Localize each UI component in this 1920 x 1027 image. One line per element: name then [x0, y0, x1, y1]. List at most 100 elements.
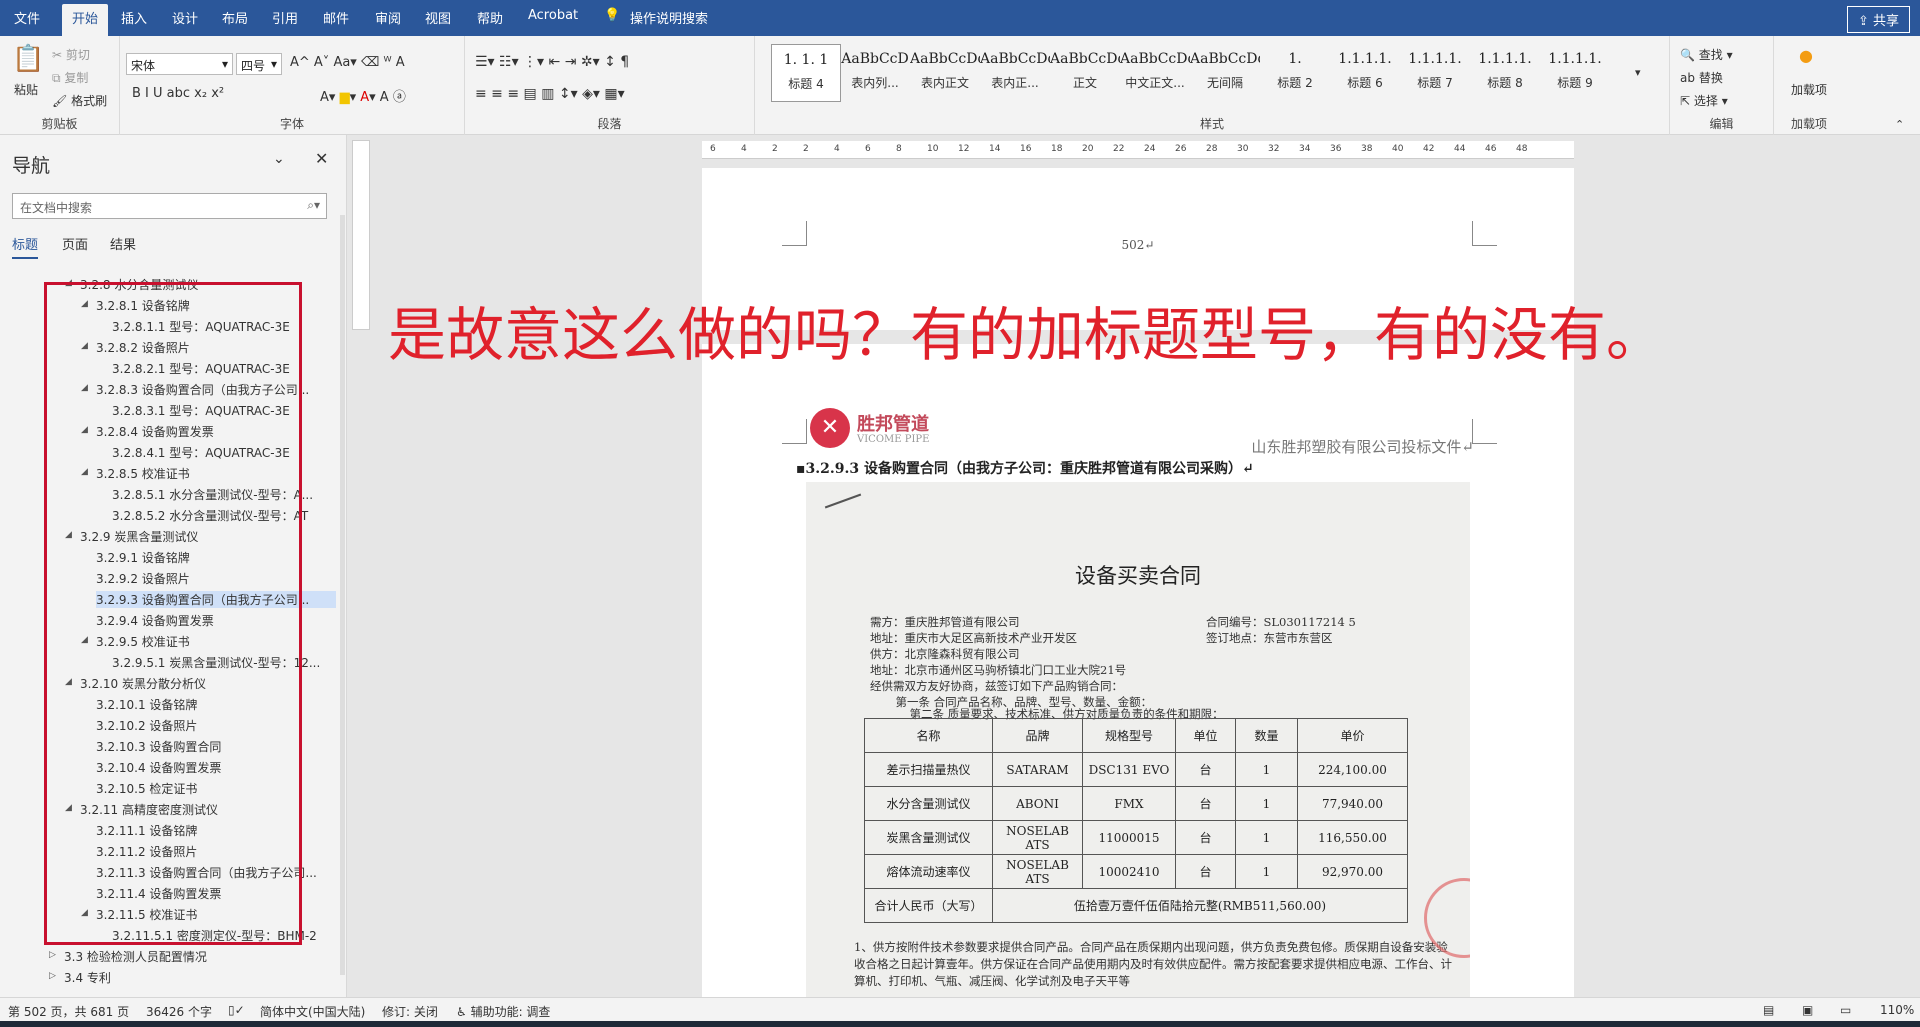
share-button[interactable]: ⇪ 共享	[1846, 6, 1910, 33]
style-item[interactable]: 1. 1. 1 标题 4	[771, 44, 841, 102]
tab-file[interactable]: 文件	[14, 8, 40, 27]
total-value: 伍拾壹万壹仟伍佰陆拾元整(RMB511,560.00)	[992, 888, 1408, 923]
lightbulb-icon: 💡	[604, 8, 621, 23]
style-item[interactable]: 1.1.1.1. 标题 8	[1470, 44, 1540, 102]
addins-icon[interactable]: ●	[1799, 46, 1813, 65]
style-item[interactable]: 1.1.1.1. 标题 7	[1400, 44, 1470, 102]
vertical-ruler	[352, 140, 370, 330]
style-item[interactable]: AaBbCcDd 表内正文	[910, 44, 980, 102]
style-item[interactable]: AaBbCcD 表内列...	[840, 44, 910, 102]
style-item[interactable]: AaBbCcDd 中文正文...	[1120, 44, 1190, 102]
align-buttons[interactable]: ≡ ≡ ≡ ▤ ▥ ↕▾ ◈▾ ▦▾	[475, 86, 625, 102]
expand-triangle-icon[interactable]: ▷	[49, 950, 56, 960]
copy-button[interactable]: ⧉ 复制	[52, 69, 88, 86]
contract-table: 名称 品牌 规格型号 单位 数量 单价 差示扫描量热仪 SATARAM DSC131…	[864, 718, 1408, 923]
paste-icon[interactable]: 📋	[12, 44, 44, 74]
nav-tab-pages[interactable]: 页面	[62, 234, 88, 253]
tab-layout[interactable]: 布局	[222, 8, 248, 27]
tab-references[interactable]: 引用	[272, 8, 298, 27]
font-name-combo[interactable]: 宋体 ▾	[126, 53, 233, 75]
accessibility-status[interactable]: ♿ 辅助功能: 调查	[456, 1003, 550, 1020]
page-count[interactable]: 第 502 页，共 681 页	[8, 1003, 129, 1020]
zoom-level[interactable]: 110%	[1880, 1003, 1914, 1017]
tab-view[interactable]: 视图	[425, 8, 451, 27]
style-preview: AaBbCcDd	[1050, 51, 1120, 67]
word-count[interactable]: 36426 个字	[146, 1003, 212, 1020]
tab-design[interactable]: 设计	[172, 8, 198, 27]
expand-triangle-icon[interactable]: ▷	[49, 971, 56, 981]
editing-group: 🔍 查找 ▾ ab 替换 ⇱ 选择 ▾ 编辑	[1670, 36, 1774, 135]
ruler-tick: 2	[772, 144, 778, 154]
cursor-icon: ⇱	[1680, 94, 1691, 108]
table-cell: 台	[1175, 752, 1236, 787]
contract-line: 需方：重庆胜邦管道有限公司	[870, 615, 1020, 629]
collapse-ribbon-icon[interactable]: ⌃	[1895, 118, 1904, 131]
nav-title: 导航	[12, 155, 51, 177]
find-button[interactable]: 🔍 查找 ▾	[1680, 46, 1733, 63]
print-layout-icon[interactable]: ▣	[1802, 1003, 1813, 1017]
replace-button[interactable]: ab 替换	[1680, 69, 1723, 86]
ruler-tick: 6	[710, 144, 716, 154]
track-changes[interactable]: 修订: 关闭	[382, 1003, 438, 1020]
nav-search-placeholder: 在文档中搜索	[20, 201, 93, 215]
select-button[interactable]: ⇱ 选择 ▾	[1680, 92, 1728, 109]
web-layout-icon[interactable]: ▭	[1840, 1003, 1851, 1017]
chevron-down-icon: ▾	[270, 57, 277, 71]
nav-tab-headings[interactable]: 标题	[12, 234, 39, 259]
style-preview: AaBbCcDd	[980, 51, 1050, 67]
search-icon: 🔍	[1680, 48, 1695, 62]
table-header: 品牌	[992, 718, 1083, 753]
nav-heading-item[interactable]: 3.3 检验检测人员配置情况	[64, 948, 207, 965]
nav-scrollbar[interactable]	[340, 215, 345, 975]
style-item[interactable]: AaBbCcDd 无间隔	[1190, 44, 1260, 102]
style-item[interactable]: AaBbCcDd 正文	[1050, 44, 1120, 102]
nav-tab-results[interactable]: 结果	[110, 234, 136, 253]
styles-more-icon[interactable]: ▾	[1635, 66, 1641, 79]
contract-line: 地址：重庆市大足区高新技术产业开发区	[870, 631, 1077, 645]
tab-mailings[interactable]: 邮件	[323, 8, 349, 27]
style-item[interactable]: AaBbCcDd 表内正...	[980, 44, 1050, 102]
style-preview: 1.1.1.1.	[1478, 51, 1532, 67]
addins-button[interactable]: 加载项	[1786, 81, 1832, 98]
format-painter-button[interactable]: 🖌 格式刷	[52, 92, 107, 109]
font-size-combo[interactable]: 四号 ▾	[236, 53, 282, 75]
replace-icon: ab	[1680, 71, 1695, 85]
company-logo-icon: ✕	[810, 408, 850, 448]
contract-title: 设备买卖合同	[1075, 564, 1201, 588]
clipboard-label: 剪贴板	[41, 117, 78, 131]
section-heading[interactable]: ▪3.2.9.3 设备购置合同（由我方子公司：重庆胜邦管道有限公司采购）↵	[796, 458, 1254, 478]
ruler-tick: 18	[1051, 144, 1063, 154]
nav-heading-item[interactable]: 3.4 专利	[64, 969, 111, 986]
proofing-icon[interactable]: ▯✓	[228, 1003, 245, 1017]
chevron-down-icon[interactable]: ⌄	[273, 151, 285, 167]
style-item[interactable]: 1.1.1.1. 标题 9	[1540, 44, 1610, 102]
nav-search-input[interactable]: 在文档中搜索 ⌕▾	[12, 193, 327, 219]
table-header: 数量	[1235, 718, 1298, 753]
tab-acrobat[interactable]: Acrobat	[528, 8, 578, 23]
ruler-tick: 8	[896, 144, 902, 154]
grow-shrink-font-buttons[interactable]: A^ A˅ Aa▾ ⌫ ᵂ A	[290, 55, 405, 70]
tab-help[interactable]: 帮助	[477, 8, 503, 27]
tab-home[interactable]: 开始	[62, 4, 109, 36]
search-icon[interactable]: ⌕▾	[307, 198, 320, 213]
language[interactable]: 简体中文(中国大陆)	[260, 1003, 365, 1020]
close-icon[interactable]: ✕	[315, 149, 328, 168]
chevron-down-icon: ▾	[221, 57, 228, 71]
horizontal-ruler[interactable]: 6 4 2 2 4 6 8 10 12 14 16 18 20 22 24 26 28 30 32 34 36 38 40 4…	[702, 141, 1574, 159]
tab-insert[interactable]: 插入	[121, 8, 147, 27]
ruler-tick: 2	[803, 144, 809, 154]
style-preview: AaBbCcD	[841, 51, 909, 67]
table-cell: DSC131 EVO	[1082, 752, 1176, 787]
style-item[interactable]: 1. 标题 2	[1260, 44, 1330, 102]
cut-button[interactable]: ✂ 剪切	[52, 46, 90, 63]
table-cell: 1	[1235, 854, 1298, 889]
list-buttons[interactable]: ☰▾ ☷▾ ⋮▾ ⇤ ⇥ ✲▾ ↕ ¶	[475, 54, 629, 70]
table-cell: ABONI	[992, 786, 1083, 821]
tell-me-search[interactable]: 操作说明搜索	[630, 8, 708, 27]
read-mode-icon[interactable]: ▤	[1763, 1003, 1774, 1017]
font-format-buttons[interactable]: B I U abc x₂ x²	[132, 86, 224, 101]
style-item[interactable]: 1.1.1.1. 标题 6	[1330, 44, 1400, 102]
tab-review[interactable]: 审阅	[375, 8, 401, 27]
paste-button[interactable]: 粘贴	[14, 81, 38, 98]
font-color-buttons[interactable]: A▾ ▆▾ A▾ A ⓐ	[320, 86, 406, 105]
